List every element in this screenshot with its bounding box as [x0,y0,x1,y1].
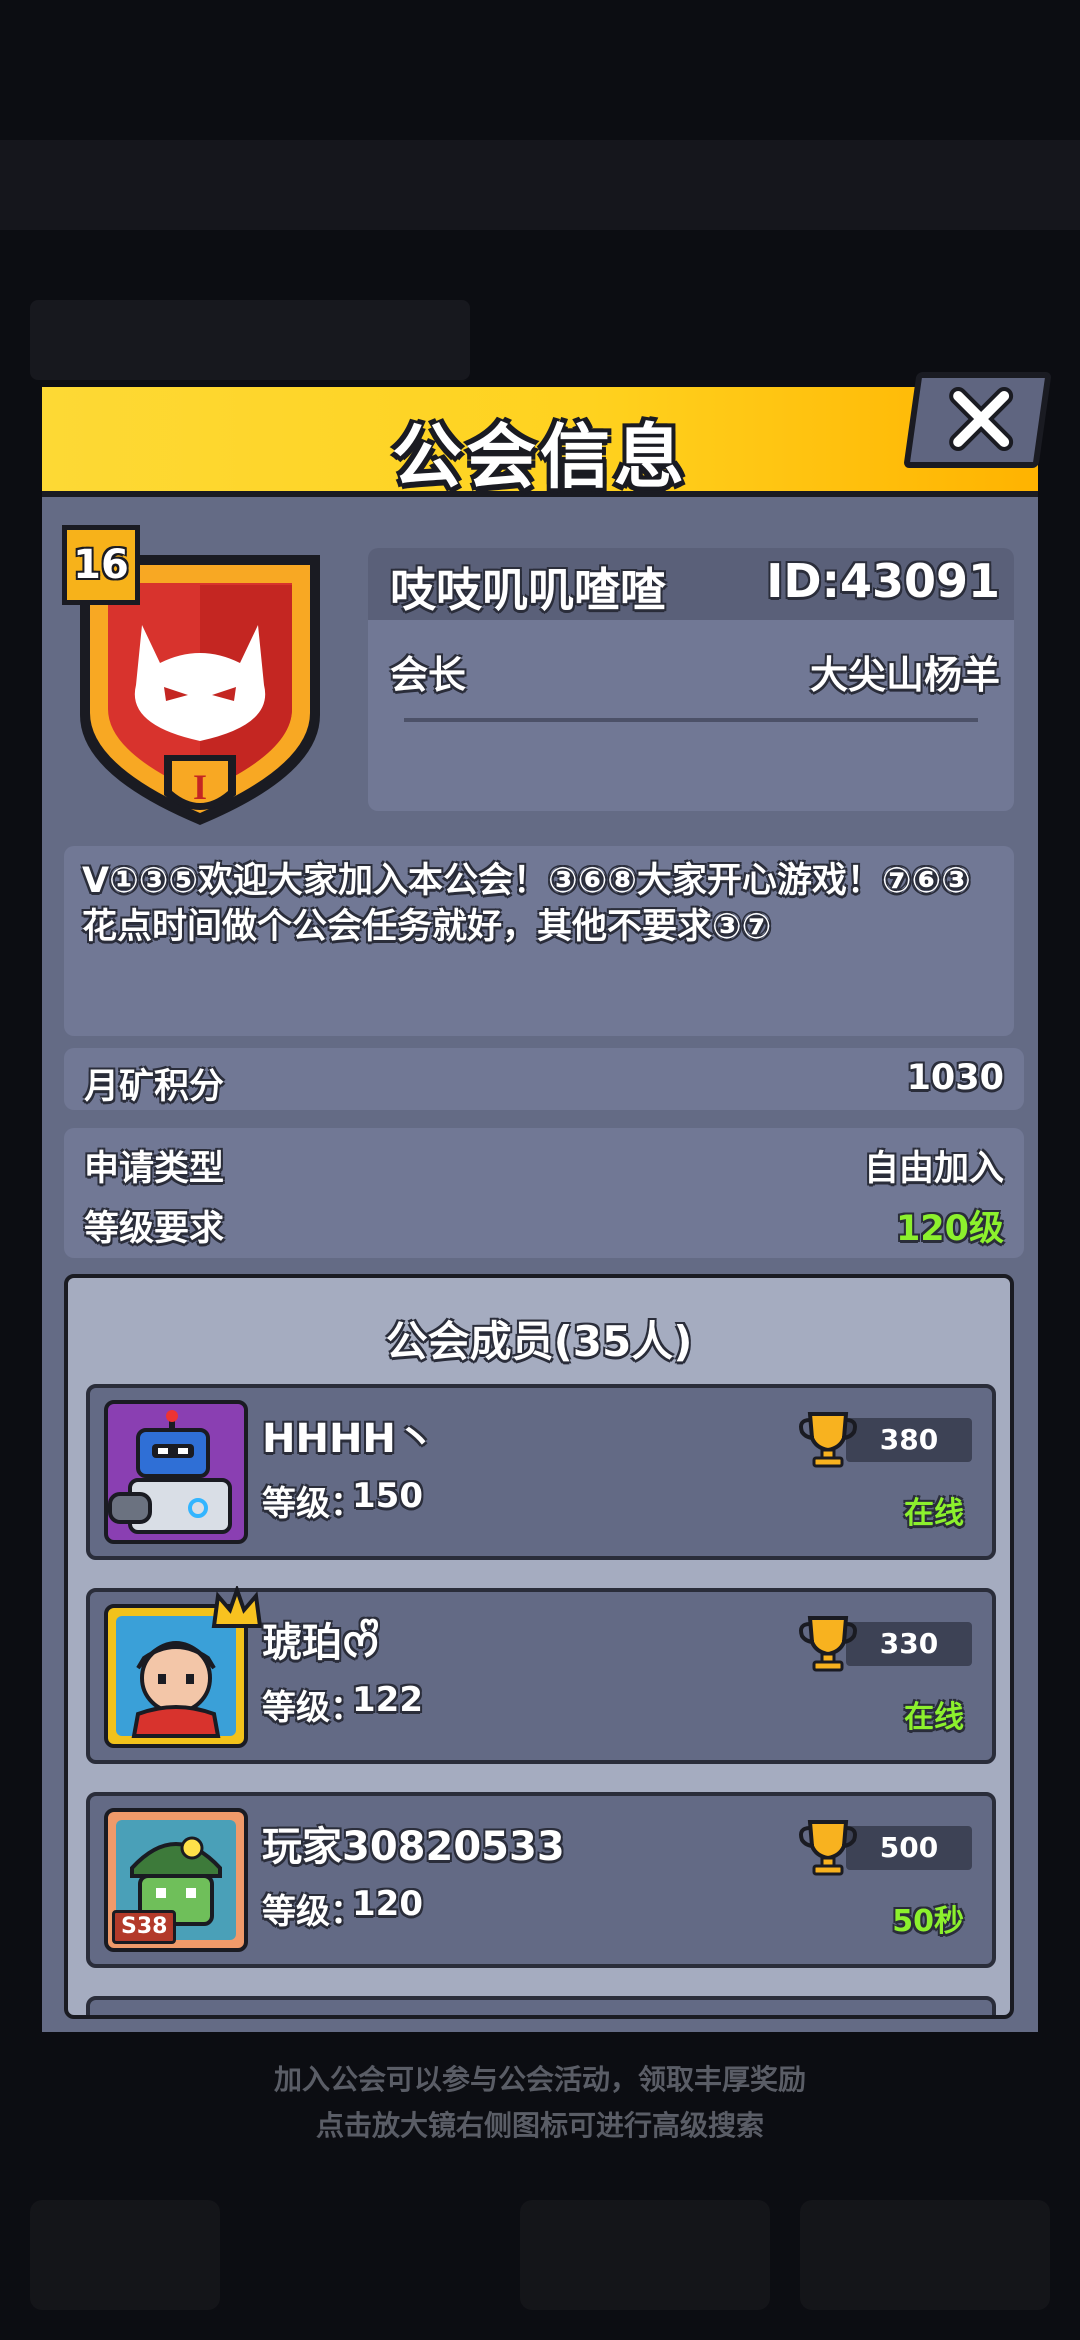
leader-label: 会长 [390,653,467,697]
background-button-mid [520,2200,770,2310]
member-row[interactable]: 琥珀ᰔᩚ 等级： 122 330 在线 [86,1586,996,1764]
member-status: 在线 [904,1496,964,1531]
member-avatar[interactable]: S38 [104,1808,248,1952]
apply-type-value: 自由加入 [863,1149,1004,1189]
level-requirement-value: 120级 [895,1209,1004,1249]
monthly-score-label: 月矿积分 [84,1067,225,1107]
member-level: 150 [352,1476,423,1516]
trophy-count: 330 [846,1622,972,1666]
member-list[interactable]: 公会成员(35人) HHHH丶 等级： 150 380 在线 琥珀ᰔᩚ 等级： … [64,1274,1014,2019]
guild-announcement: V①③⑤欢迎大家加入本公会！③⑥⑧大家开心游戏！⑦⑥③花点时间做个公会任务就好，… [64,846,1014,1036]
trophy-icon [799,1412,857,1468]
trophy-icon [799,1820,857,1876]
member-row[interactable]: HHHH丶 等级： 150 380 在线 [86,1384,996,1560]
trophy-count: 500 [846,1826,972,1870]
member-name: 琥珀ᰔᩚ [262,1620,380,1666]
member-level-label: 等级： [262,1892,364,1932]
member-status: 50秒 [892,1904,964,1939]
background-top-bar [0,140,1080,230]
apply-type-label: 申请类型 [84,1149,225,1189]
season-tag: S38 [112,1910,177,1944]
background-hint-2: 点击放大镜右侧图标可进行高级搜索 [315,2109,764,2142]
close-button[interactable] [903,372,1052,468]
guild-name: 吱吱叽叽喳喳 [390,563,666,617]
member-level-label: 等级： [262,1688,364,1728]
svg-text:I: I [193,767,207,807]
guild-id: ID:43091 [766,554,1000,608]
monthly-score-row: 月矿积分 1030 [64,1048,1024,1110]
member-name: 玩家30820533 [262,1824,565,1870]
leader-name[interactable]: 大尖山杨羊 [810,644,1000,699]
member-level: 122 [352,1680,423,1720]
guild-info-header: 吱吱叽叽喳喳 ID:43091 [368,548,1014,620]
crown-icon [211,1586,263,1628]
trophy-icon [799,1616,857,1672]
member-list-title: 公会成员(35人) [385,1317,693,1366]
member-level-label: 等级： [262,1484,364,1524]
info-divider [404,718,978,722]
background-button-left [30,2200,220,2310]
member-status: 在线 [904,1700,964,1735]
trophy-count: 380 [846,1418,972,1462]
background-hint-1: 加入公会可以参与公会活动，领取丰厚奖励 [273,2063,806,2096]
member-row[interactable] [86,1996,996,2015]
join-requirements-box: 申请类型 自由加入 等级要求 120级 [64,1128,1024,1258]
guild-level-badge: 16 [62,525,140,605]
level-requirement-label: 等级要求 [84,1209,225,1249]
member-name: HHHH丶 [262,1416,436,1462]
member-row[interactable]: S38 玩家30820533 等级： 120 500 50秒 [86,1792,996,1968]
background-button-right [800,2200,1050,2310]
guild-info-card: 吱吱叽叽喳喳 ID:43091 会长 大尖山杨羊 [368,548,1014,811]
panel-header: 公会信息 [42,387,1038,498]
close-icon [949,387,1014,451]
background-search-bar [30,300,470,380]
member-level: 120 [352,1884,423,1924]
monthly-score-value: 1030 [906,1058,1004,1098]
panel-title: 公会信息 [392,416,688,498]
robot-avatar-icon [108,1410,232,1534]
member-avatar[interactable] [104,1400,248,1544]
